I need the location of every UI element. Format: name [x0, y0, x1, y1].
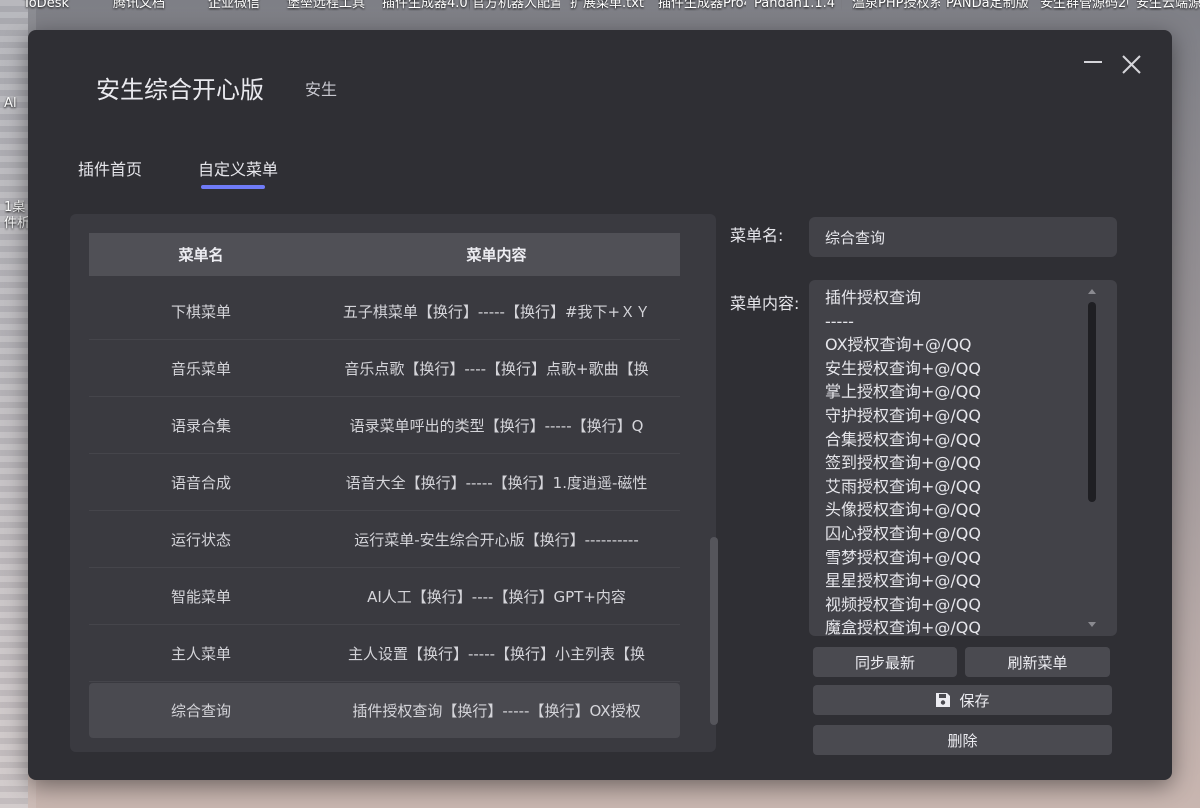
column-header-content[interactable]: 菜单内容 — [313, 244, 680, 265]
table-row[interactable]: 下棋菜单 五子棋菜单【换行】-----【换行】#我下+ＸＹ — [89, 284, 680, 340]
content-line: 艾雨授权查询+@/QQ — [825, 476, 981, 496]
menu-content-textarea[interactable]: 插件授权查询 ----- OX授权查询+@/QQ 安生授权查询+@/QQ 掌上授权查询+… — [809, 280, 1117, 636]
content-scrollbar[interactable] — [1085, 284, 1099, 632]
table-row[interactable]: 语录合集 语录菜单呼出的类型【换行】-----【换行】Q — [89, 398, 680, 454]
close-icon — [1122, 55, 1141, 74]
row-menu-content: 语录菜单呼出的类型【换行】-----【换行】Q — [349, 417, 644, 435]
desktop-icon-label[interactable]: 插件生成器Pro4.1.2.zip — [658, 0, 746, 11]
row-menu-content: 音乐点歌【换行】----【换行】点歌+歌曲【换 — [344, 360, 649, 378]
row-menu-name: 运行状态 — [170, 531, 231, 549]
save-button[interactable]: 保存 — [813, 685, 1112, 715]
content-line: 头像授权查询+@/QQ — [825, 500, 981, 520]
row-menu-name: 语录合集 — [170, 417, 231, 435]
content-line: 魔盒授权查询+@/QQ — [825, 618, 981, 636]
table-row[interactable]: 综合查询 插件授权查询【换行】-----【换行】OX授权 — [89, 683, 680, 738]
desktop-icon-label[interactable]: Pandan1.1.4【免费】.zip — [754, 0, 842, 11]
scroll-up-icon[interactable] — [1088, 289, 1096, 294]
desktop-icon-label[interactable]: PANDa定制版（免费） — [946, 0, 1034, 11]
table-scrollbar[interactable] — [710, 537, 718, 725]
row-menu-content: 插件授权查询【换行】-----【换行】OX授权 — [352, 702, 641, 720]
table-row[interactable]: 运行状态 运行菜单-安生综合开心版【换行】---------- — [89, 512, 680, 568]
row-menu-name: 主人菜单 — [170, 645, 231, 663]
column-header-name[interactable]: 菜单名 — [89, 244, 313, 265]
content-line: OX授权查询+@/QQ — [825, 335, 972, 355]
content-line: 雪梦授权查询+@/QQ — [825, 547, 981, 567]
menu-content-label: 菜单内容: — [730, 294, 800, 313]
row-menu-content: 主人设置【换行】-----【换行】小主列表【换 — [347, 645, 646, 663]
desktop-icon-label[interactable]: ToDesk — [2, 0, 90, 11]
table-row[interactable]: 主人菜单 主人设置【换行】-----【换行】小主列表【换 — [89, 626, 680, 682]
row-menu-content: 五子棋菜单【换行】-----【换行】#我下+ＸＹ — [342, 303, 651, 321]
desktop-icon-label[interactable]: 插件生成器4.0官方转... — [382, 0, 470, 11]
desktop-icon-row: ToDesk 腾讯文档企业微信堡垒远程工具 插件生成器4.0官方转...官方机器人配… — [0, 0, 1200, 30]
desktop-icon-label[interactable]: 安生群管源码2024.1.27改 — [1040, 0, 1128, 11]
scroll-down-icon[interactable] — [1088, 622, 1096, 627]
row-menu-name: 下棋菜单 — [170, 303, 231, 321]
table-body: 下棋菜单 五子棋菜单【换行】-----【换行】#我下+ＸＹ 音乐菜单 音乐点歌【换行】… — [89, 284, 680, 739]
row-menu-name: 音乐菜单 — [170, 360, 231, 378]
window-subtitle: 安生 — [305, 80, 338, 99]
delete-button[interactable]: 删除 — [813, 725, 1112, 755]
desktop-icon-label[interactable]: 安生云端源码202 — [1136, 0, 1200, 11]
table-row[interactable]: 音乐菜单 音乐点歌【换行】----【换行】点歌+歌曲【换 — [89, 341, 680, 397]
desktop-icon-label[interactable]: 扩展菜单.txt — [563, 0, 651, 11]
row-menu-name: 综合查询 — [170, 702, 231, 720]
desktop-side-label: AI — [4, 96, 17, 111]
active-tab-indicator — [201, 185, 265, 189]
scrollbar-thumb[interactable] — [1088, 302, 1096, 502]
desktop-icon-label[interactable]: 官方机器人配置.txt — [472, 0, 560, 11]
content-line: 守护授权查询+@/QQ — [825, 405, 981, 425]
row-menu-content: AI人工【换行】----【换行】GPT+内容 — [367, 588, 626, 606]
content-line: 合集授权查询+@/QQ — [825, 429, 981, 449]
content-line: 视频授权查询+@/QQ — [825, 594, 981, 614]
row-menu-name: 智能菜单 — [170, 588, 231, 606]
sync-latest-button[interactable]: 同步最新 — [813, 647, 957, 677]
content-line: 签到授权查询+@/QQ — [825, 453, 981, 473]
content-line: 安生授权查询+@/QQ — [825, 358, 981, 378]
table-header: 菜单名 菜单内容 — [89, 233, 680, 276]
save-icon — [936, 693, 951, 707]
table-row[interactable]: 语音合成 语音大全【换行】-----【换行】1.度逍遥-磁性 — [89, 455, 680, 511]
content-line: 掌上授权查询+@/QQ — [825, 382, 981, 402]
menu-table-panel: 菜单名 菜单内容 下棋菜单 五子棋菜单【换行】-----【换行】#我下+ＸＹ 音乐菜… — [70, 214, 718, 752]
window-title: 安生综合开心版 — [96, 76, 264, 104]
minimize-button[interactable] — [1080, 52, 1106, 78]
tab-plugin-home[interactable]: 插件首页 — [78, 156, 142, 180]
desktop-side-label: 1桌件析 — [4, 200, 30, 231]
refresh-menu-button[interactable]: 刷新菜单 — [965, 647, 1110, 677]
content-line: 囚心授权查询+@/QQ — [825, 523, 981, 543]
row-menu-content: 语音大全【换行】-----【换行】1.度逍遥-磁性 — [345, 474, 648, 492]
content-line: 插件授权查询 — [825, 288, 922, 307]
menu-content-text: 插件授权查询 ----- OX授权查询+@/QQ 安生授权查询+@/QQ 掌上授权查询+… — [825, 286, 1085, 636]
table-row[interactable]: 智能菜单 AI人工【换行】----【换行】GPT+内容 — [89, 569, 680, 625]
minimize-icon — [1084, 61, 1102, 63]
save-button-label: 保存 — [959, 691, 990, 710]
desktop-icon-label[interactable]: 腾讯文档 — [95, 0, 183, 11]
desktop-icon-label[interactable]: 企业微信 — [190, 0, 278, 11]
close-button[interactable] — [1119, 52, 1145, 78]
row-menu-name: 语音合成 — [170, 474, 231, 492]
row-menu-content: 运行菜单-安生综合开心版【换行】---------- — [354, 531, 639, 549]
menu-name-label: 菜单名: — [730, 226, 784, 245]
content-line: ----- — [825, 311, 854, 331]
plugin-window: 安生综合开心版 安生 插件首页 自定义菜单 菜单名 菜单内容 下棋菜单 五子棋菜单… — [28, 30, 1172, 780]
tab-custom-menu[interactable]: 自定义菜单 — [198, 156, 278, 180]
desktop-icon-label[interactable]: 温泉PHP授权系统源码.gz — [852, 0, 940, 11]
content-line: 星星授权查询+@/QQ — [825, 571, 981, 591]
menu-name-input[interactable] — [809, 217, 1117, 257]
desktop-icon-label[interactable]: 堡垒远程工具 — [282, 0, 370, 11]
